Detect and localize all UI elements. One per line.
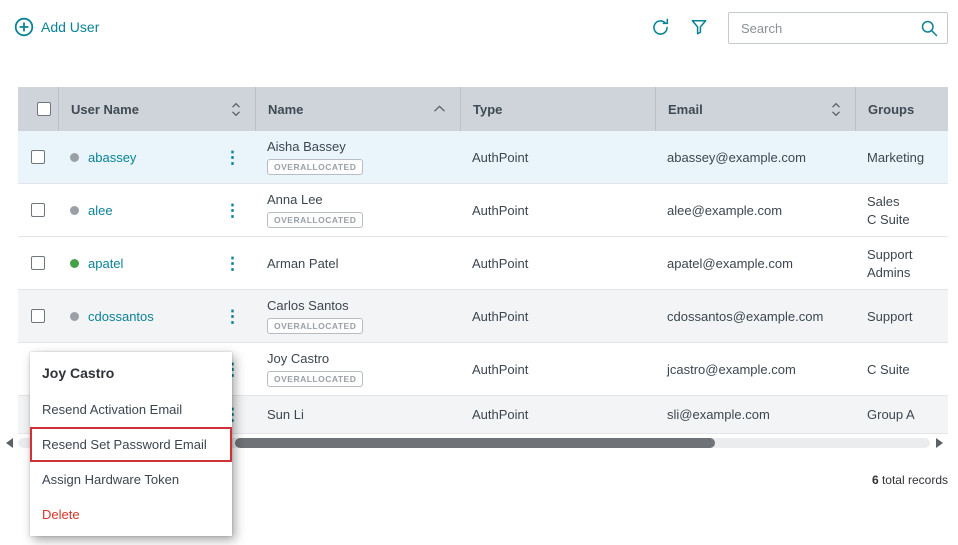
row-context-menu: Joy Castro Resend Activation Email Resen… [30, 352, 232, 536]
full-name: Sun Li [267, 407, 460, 422]
group-value: Admins [867, 265, 948, 280]
menu-item-delete[interactable]: Delete [30, 497, 232, 532]
horizontal-scrollbar-thumb[interactable] [235, 438, 715, 448]
menu-item-resend-activation-email[interactable]: Resend Activation Email [30, 392, 232, 427]
search-icon[interactable] [919, 18, 939, 38]
row-checkbox[interactable] [31, 150, 45, 164]
total-records-label: total records [879, 473, 948, 487]
email-value: abassey@example.com [667, 150, 806, 165]
table-row: apatel ⋮ Arman Patel AuthPoint apatel@ex… [18, 237, 948, 290]
search-box [728, 12, 948, 44]
group-value: C Suite [867, 362, 948, 377]
full-name: Arman Patel [267, 256, 460, 271]
search-input[interactable] [741, 21, 919, 36]
type-value: AuthPoint [472, 150, 528, 165]
username-link[interactable]: apatel [88, 256, 123, 271]
menu-item-assign-hardware-token[interactable]: Assign Hardware Token [30, 462, 232, 497]
status-dot-inactive [70, 153, 79, 162]
type-value: AuthPoint [472, 203, 528, 218]
row-menu-icon[interactable]: ⋮ [224, 255, 255, 272]
group-value: C Suite [867, 212, 948, 227]
scroll-left-arrow-icon[interactable] [6, 438, 13, 448]
group-value: Support [867, 309, 948, 324]
refresh-icon[interactable] [650, 17, 671, 43]
add-user-label: Add User [41, 19, 99, 35]
context-menu-title: Joy Castro [30, 352, 232, 392]
total-records-count: 6 [872, 473, 879, 487]
select-all-checkbox[interactable] [37, 102, 51, 116]
table-row: abassey ⋮ Aisha Bassey OVERALLOCATED Aut… [18, 131, 948, 184]
status-dot-active [70, 259, 79, 268]
email-value: alee@example.com [667, 203, 782, 218]
add-user-button[interactable]: Add User [14, 17, 99, 37]
group-value: Support [867, 247, 948, 262]
username-link[interactable]: alee [88, 203, 113, 218]
email-value: cdossantos@example.com [667, 309, 823, 324]
email-value: apatel@example.com [667, 256, 793, 271]
row-menu-icon[interactable]: ⋮ [224, 202, 255, 219]
group-value: Marketing [867, 150, 948, 165]
plus-circle-icon [14, 17, 34, 37]
row-checkbox[interactable] [31, 256, 45, 270]
type-value: AuthPoint [472, 362, 528, 377]
username-link[interactable]: abassey [88, 150, 136, 165]
type-value: AuthPoint [472, 407, 528, 422]
group-value: Group A [867, 407, 948, 422]
username-link[interactable]: cdossantos [88, 309, 154, 324]
scroll-right-arrow-icon[interactable] [936, 438, 943, 448]
column-header-email[interactable]: Email [655, 87, 855, 131]
row-checkbox[interactable] [31, 203, 45, 217]
group-value: Sales [867, 194, 948, 209]
total-records: 6 total records [872, 473, 948, 487]
table-header-row: User Name Name Type Email [18, 87, 948, 131]
type-value: AuthPoint [472, 256, 528, 271]
row-menu-icon[interactable]: ⋮ [224, 308, 255, 325]
status-dot-inactive [70, 312, 79, 321]
overallocated-badge: OVERALLOCATED [267, 159, 363, 175]
row-checkbox[interactable] [31, 309, 45, 323]
column-header-groups[interactable]: Groups [855, 87, 948, 131]
column-header-name[interactable]: Name [255, 87, 460, 131]
email-value: jcastro@example.com [667, 362, 796, 377]
table-row: cdossantos ⋮ Carlos Santos OVERALLOCATED… [18, 290, 948, 343]
full-name: Aisha Bassey [267, 139, 460, 154]
sort-asc-icon[interactable] [433, 105, 446, 113]
overallocated-badge: OVERALLOCATED [267, 371, 363, 387]
email-value: sli@example.com [667, 407, 770, 422]
row-menu-icon[interactable]: ⋮ [224, 149, 255, 166]
table-row: alee ⋮ Anna Lee OVERALLOCATED AuthPoint … [18, 184, 948, 237]
column-header-type[interactable]: Type [460, 87, 655, 131]
menu-item-resend-set-password-email[interactable]: Resend Set Password Email [30, 427, 232, 462]
overallocated-badge: OVERALLOCATED [267, 318, 363, 334]
sort-both-icon[interactable] [831, 102, 841, 117]
column-header-user-name[interactable]: User Name [58, 87, 255, 131]
full-name: Anna Lee [267, 192, 460, 207]
type-value: AuthPoint [472, 309, 528, 324]
overallocated-badge: OVERALLOCATED [267, 212, 363, 228]
status-dot-inactive [70, 206, 79, 215]
filter-icon[interactable] [689, 17, 709, 42]
sort-both-icon[interactable] [231, 102, 241, 117]
full-name: Joy Castro [267, 351, 460, 366]
full-name: Carlos Santos [267, 298, 460, 313]
